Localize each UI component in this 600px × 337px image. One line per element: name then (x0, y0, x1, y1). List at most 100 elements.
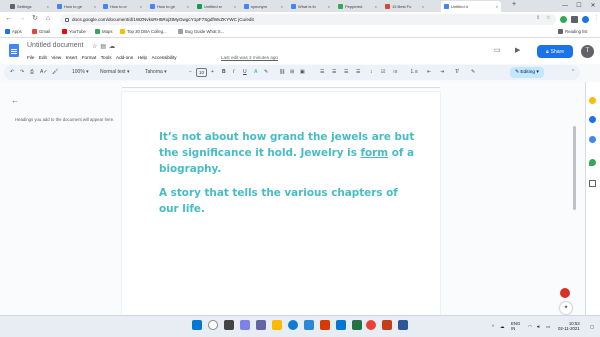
browser-tab[interactable]: Peppered × (335, 1, 380, 12)
battery-icon[interactable]: ▭ (546, 324, 550, 329)
browser-tab[interactable]: What is fo × (288, 1, 333, 12)
bookmark-star-icon[interactable]: ☆ (546, 15, 552, 21)
chrome-icon[interactable] (366, 320, 376, 330)
edit-pen-icon[interactable]: ✎ (471, 66, 475, 79)
meet-icon[interactable]: ▶ (515, 46, 520, 54)
menu-insert[interactable]: Insert (66, 55, 78, 60)
menu-help[interactable]: Help (138, 55, 147, 60)
add-ons-plus-icon[interactable] (589, 180, 596, 187)
file-explorer-icon[interactable] (272, 320, 282, 330)
clock[interactable]: 10:53 02-11-2021 (558, 321, 580, 331)
align-left-icon[interactable]: ☰ (320, 66, 324, 79)
bookmark-maps[interactable]: Maps (95, 29, 113, 34)
browser-tab[interactable]: How to cr × (100, 1, 145, 12)
tab-close-icon[interactable]: × (234, 4, 236, 9)
address-bar[interactable]: docs.google.com/document/d/1WZNvksRH5Rxj… (60, 14, 556, 25)
menu-accessibility[interactable]: Accessibility (152, 55, 177, 60)
bookmark-bug-guide[interactable]: Bug Guide What S... (178, 29, 224, 34)
browser-tab[interactable]: Untitled d × (441, 1, 501, 12)
horizontal-ruler[interactable] (122, 82, 440, 88)
spelling-underlined-word[interactable]: form (361, 147, 389, 159)
close-window-button[interactable]: ✕ (586, 0, 600, 12)
align-right-icon[interactable]: ☰ (344, 66, 348, 79)
highlight-icon[interactable]: ✎ (264, 66, 268, 79)
print-icon[interactable]: ⎙ (30, 66, 34, 79)
tray-arrow-icon[interactable]: ^ (492, 324, 494, 329)
font-size-input[interactable]: 10 (196, 68, 207, 77)
menu-edit[interactable]: Edit (39, 55, 47, 60)
underline-icon[interactable]: U (243, 66, 247, 79)
browser-tab[interactable]: How to ge × (54, 1, 99, 12)
browser-tab[interactable]: Settings × (7, 1, 52, 12)
insert-image-icon[interactable]: ▣ (300, 66, 305, 79)
bookmark-apps[interactable]: Apps (5, 29, 22, 34)
collapse-toolbar-icon[interactable]: ⌃ (571, 66, 575, 79)
line-spacing-icon[interactable]: ↕ (370, 66, 373, 79)
justify-icon[interactable]: ☰ (356, 66, 360, 79)
task-view-icon[interactable] (224, 320, 234, 330)
reading-list[interactable]: Reading list (558, 29, 587, 34)
tab-close-icon[interactable]: × (47, 4, 49, 9)
font-select[interactable]: Tahoma ▾ (145, 66, 167, 79)
paint-format-icon[interactable]: 🖌︎ (52, 66, 58, 79)
mail-icon[interactable] (336, 320, 346, 330)
account-avatar[interactable]: T (581, 45, 594, 58)
browser-tab[interactable]: synonym × (241, 1, 286, 12)
menu-addons[interactable]: Add-ons (116, 55, 133, 60)
clear-formatting-icon[interactable]: T̸ (455, 66, 458, 79)
browser-tab[interactable]: Untitled sr × (194, 1, 239, 12)
vertical-scrollbar[interactable] (573, 126, 576, 210)
bookmark-youtube[interactable]: YouTube (62, 29, 86, 34)
tab-close-icon[interactable]: × (281, 4, 283, 9)
paragraph-1[interactable]: It’s not about how grand the jewels are … (159, 129, 419, 177)
extension-icon[interactable] (560, 16, 567, 23)
share-button[interactable]: 🔒︎ Share (537, 45, 573, 58)
insert-link-icon[interactable]: ⛓ (279, 66, 285, 79)
increase-indent-icon[interactable]: ⇥ (440, 66, 444, 79)
tab-close-icon[interactable]: × (375, 4, 377, 9)
redo-icon[interactable]: ↷ (20, 66, 24, 79)
docs-logo-icon[interactable] (9, 44, 19, 57)
browser-tab[interactable]: How to ge × (147, 1, 192, 12)
last-edit-link[interactable]: Last edit was 2 minutes ago (221, 55, 278, 60)
extensions-puzzle-icon[interactable] (571, 16, 578, 23)
maximize-button[interactable]: ☐ (572, 0, 586, 12)
word-icon[interactable] (398, 320, 408, 330)
undo-icon[interactable]: ↶ (10, 66, 14, 79)
mode-select[interactable]: ✎ Editing ▾ (510, 67, 544, 78)
tab-close-icon[interactable]: × (422, 4, 424, 9)
checklist-icon[interactable]: ☑ (381, 66, 385, 79)
maps-icon[interactable] (589, 159, 596, 166)
menu-file[interactable]: File (27, 55, 34, 60)
new-tab-button[interactable]: + (512, 1, 516, 8)
tab-close-icon[interactable]: × (187, 4, 189, 9)
keep-icon[interactable] (589, 97, 596, 104)
cloud-status-icon[interactable]: ☁ (109, 44, 118, 50)
comments-icon[interactable]: ▭ (494, 46, 501, 54)
style-select[interactable]: Normal text ▾ (100, 66, 129, 79)
edge-icon[interactable] (288, 320, 298, 330)
bookmark-gmail[interactable]: Gmail (32, 29, 50, 34)
increase-font-size[interactable]: + (211, 66, 214, 79)
wifi-icon[interactable]: ◠ (528, 324, 532, 329)
italic-icon[interactable]: I (233, 66, 234, 79)
office-icon[interactable] (320, 320, 330, 330)
tab-close-icon[interactable]: × (496, 4, 498, 9)
menu-format[interactable]: Format (82, 55, 97, 60)
forward-icon[interactable]: → (17, 14, 27, 24)
excel-icon[interactable] (352, 320, 362, 330)
document-title[interactable]: Untitled document (27, 42, 83, 49)
decrease-indent-icon[interactable]: ⇤ (427, 66, 431, 79)
spellcheck-icon[interactable]: A✓ (40, 66, 48, 79)
align-center-icon[interactable]: ☰ (332, 66, 336, 79)
contacts-icon[interactable] (589, 136, 596, 143)
paragraph-2[interactable]: A story that tells the various chapters … (159, 185, 419, 217)
text-color-icon[interactable]: A (254, 66, 258, 79)
tab-close-icon[interactable]: × (94, 4, 96, 9)
minimize-button[interactable]: — (558, 0, 572, 12)
start-icon[interactable] (192, 320, 202, 330)
explore-icon[interactable]: ✦ (560, 302, 572, 314)
profile-icon[interactable] (582, 16, 589, 23)
move-folder-icon[interactable]: ▤ (100, 44, 109, 50)
assistant-badge-icon[interactable] (560, 288, 570, 298)
